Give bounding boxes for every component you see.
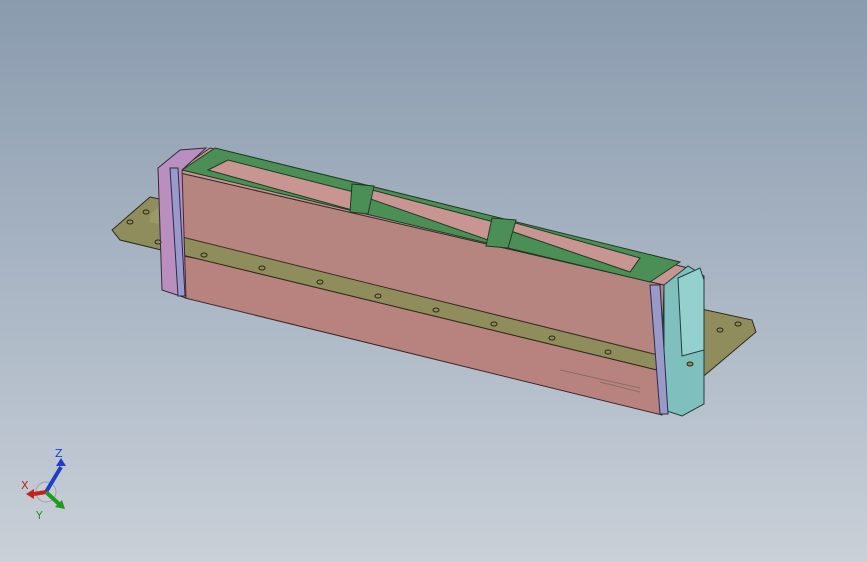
y-axis-label: Y [35, 509, 43, 522]
z-axis-label: Z [55, 447, 63, 460]
flange-hole [686, 361, 694, 367]
flange-hole [490, 321, 498, 327]
flange-hole [716, 327, 724, 333]
flange-hole [604, 349, 612, 355]
flange-hole [374, 293, 382, 299]
x-axis-line [33, 490, 47, 496]
flange-hole [432, 307, 440, 313]
orientation-triad: Z X Y [21, 447, 66, 522]
x-axis-label: X [21, 479, 29, 492]
flange-hole [154, 239, 162, 245]
right-end-cap-face [677, 267, 705, 357]
flange-hole [200, 252, 208, 258]
flange-hole [548, 335, 556, 341]
flange-hole [316, 279, 324, 285]
graphics-viewport[interactable]: Z X Y [0, 0, 867, 562]
flange-hole [734, 321, 742, 327]
cad-model[interactable] [0, 0, 867, 562]
flange-hole [142, 209, 150, 215]
flange-hole [258, 265, 266, 271]
flange-hole [126, 219, 134, 225]
